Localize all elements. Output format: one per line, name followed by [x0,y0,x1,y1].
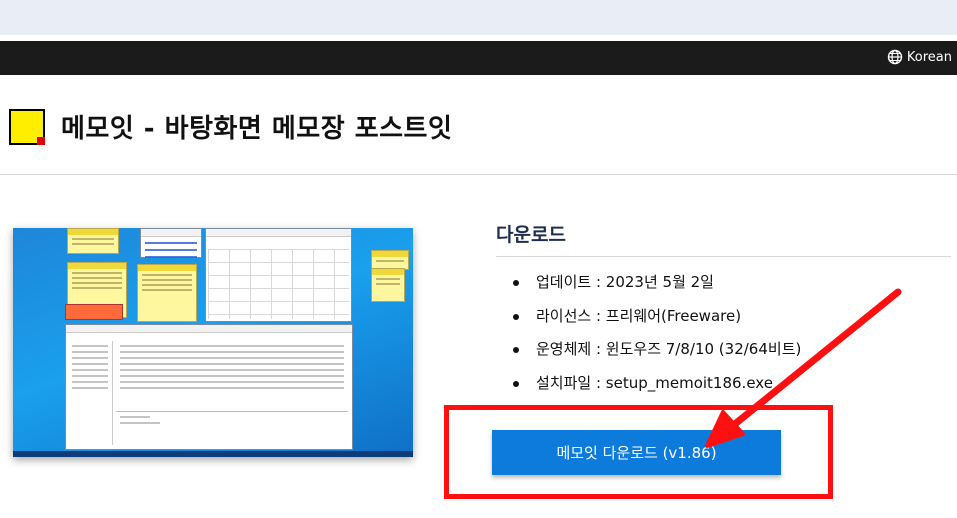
list-item: 업데이트 : 2023년 5월 2일 [513,266,801,300]
bullet-icon [513,313,519,320]
preview-sticky-note [67,228,119,254]
preview-calendar-window [205,228,352,322]
info-setup-file: 설치파일 : setup_memoit186.exe [536,373,773,392]
list-item: 라이선스 : 프리웨어(Freeware) [513,300,801,334]
list-item: 설치파일 : setup_memoit186.exe [513,367,801,401]
info-os: 운영체제 : 윈도우즈 7/8/10 (32/64비트) [536,340,802,358]
download-divider [496,256,951,257]
preview-red-note [65,304,123,320]
list-item: 운영체제 : 윈도우즈 7/8/10 (32/64비트) [513,333,802,367]
page-title: 메모잇 - 바탕화면 메모장 포스트잇 [61,114,453,144]
preview-links-window [140,228,202,258]
download-info-list: 업데이트 : 2023년 5월 2일 라이선스 : 프리웨어(Freeware)… [513,266,802,401]
bullet-icon [513,380,519,387]
app-screenshot-preview [13,228,413,457]
bullet-icon [513,347,519,353]
preview-taskbar [13,451,413,457]
info-update: 업데이트 : 2023년 5월 2일 [536,273,714,291]
preview-sticky-note [371,250,409,270]
language-label: Korean [906,49,952,65]
top-navigation-bar: Korean [0,41,957,75]
language-selector[interactable]: Korean [887,49,952,65]
download-heading: 다운로드 [496,224,566,246]
preview-sticky-note [137,264,197,322]
page-header: 메모잇 - 바탕화면 메모장 포스트잇 [9,108,452,145]
preview-explorer-window [65,324,353,450]
browser-chrome-strip [0,0,957,35]
bullet-icon [513,280,519,286]
download-button[interactable]: 메모잇 다운로드 (v1.86) [492,430,781,475]
info-license: 라이선스 : 프리웨어(Freeware) [536,306,742,325]
preview-sticky-note [371,268,405,302]
memo-note-icon [9,108,45,145]
header-divider [0,174,957,175]
globe-icon [887,49,903,65]
